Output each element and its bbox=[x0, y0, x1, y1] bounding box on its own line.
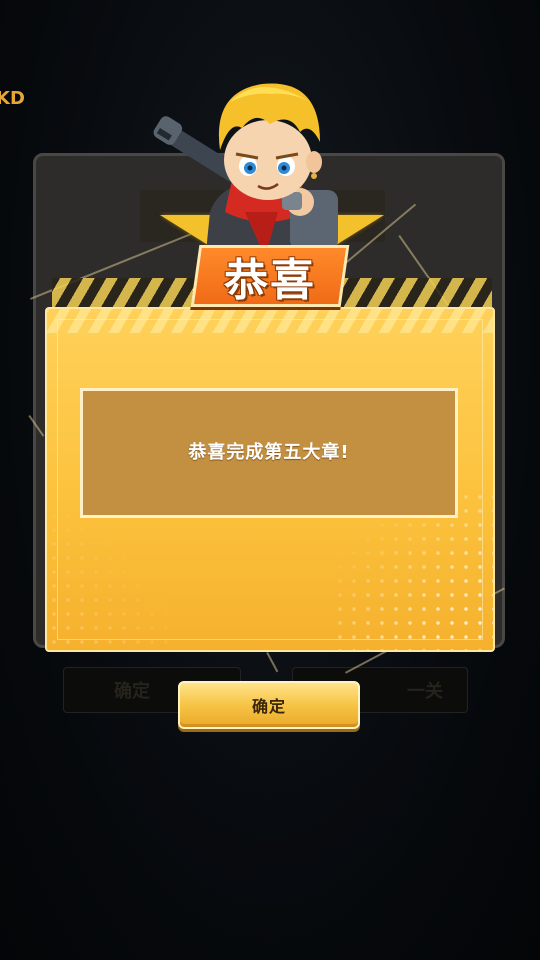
message-box: 恭喜完成第五大章! bbox=[80, 388, 458, 518]
background-right-button-label: 一关 bbox=[407, 681, 443, 702]
corner-label: KD bbox=[0, 88, 25, 109]
message-text: 恭喜完成第五大章! bbox=[188, 441, 350, 463]
dialog-dot-pattern-left bbox=[47, 509, 167, 649]
background-left-button-label: 确定 bbox=[114, 681, 150, 702]
light-ray bbox=[266, 652, 279, 673]
game-screen: KD 确定 一关 恭喜完成第五大章! 恭喜 确定 bbox=[0, 0, 540, 960]
confirm-button-label: 确定 bbox=[251, 697, 286, 716]
dialog-title: 恭喜 bbox=[224, 255, 316, 306]
confirm-button[interactable]: 确定 bbox=[178, 681, 360, 729]
